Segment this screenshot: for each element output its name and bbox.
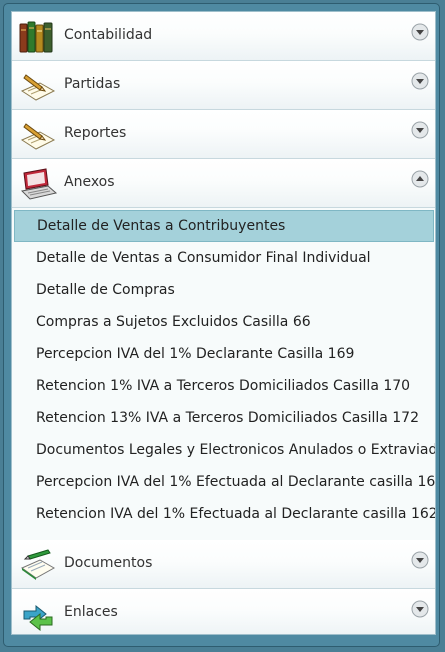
pencil-paper-icon bbox=[20, 123, 56, 150]
list-item[interactable]: Retencion 1% IVA a Terceros Domiciliados… bbox=[14, 370, 434, 402]
books-icon bbox=[19, 21, 53, 53]
chevron-down-icon[interactable] bbox=[411, 600, 429, 618]
section-header-enlaces[interactable]: Enlaces bbox=[12, 589, 435, 634]
chevron-up-icon[interactable] bbox=[411, 170, 429, 188]
section-label: Enlaces bbox=[64, 604, 118, 620]
list-item-selected[interactable]: Detalle de Ventas a Contribuyentes bbox=[14, 210, 434, 242]
chevron-down-icon[interactable] bbox=[411, 551, 429, 569]
section-label: Reportes bbox=[64, 125, 127, 141]
anexos-item-list: Detalle de Ventas a Contribuyentes Detal… bbox=[12, 208, 435, 532]
list-item[interactable]: Compras a Sujetos Excluidos Casilla 66 bbox=[14, 306, 434, 338]
section-header-partidas[interactable]: Partidas bbox=[12, 61, 435, 110]
window-frame: Contabilidad Partidas Reportes Anexos De… bbox=[3, 3, 440, 647]
section-label: Documentos bbox=[64, 555, 153, 571]
laptop-icon bbox=[20, 168, 58, 200]
section-label: Contabilidad bbox=[64, 27, 153, 43]
section-header-anexos[interactable]: Anexos bbox=[12, 159, 435, 208]
notebook-pen-icon bbox=[20, 549, 56, 580]
navigation-panel: Contabilidad Partidas Reportes Anexos De… bbox=[11, 11, 436, 635]
list-item[interactable]: Detalle de Compras bbox=[14, 274, 434, 306]
chevron-down-icon[interactable] bbox=[411, 72, 429, 90]
section-header-contabilidad[interactable]: Contabilidad bbox=[12, 12, 435, 61]
list-item[interactable]: Retencion 13% IVA a Terceros Domiciliado… bbox=[14, 402, 434, 434]
section-header-reportes[interactable]: Reportes bbox=[12, 110, 435, 159]
pencil-paper-icon bbox=[20, 74, 56, 101]
chevron-down-icon[interactable] bbox=[411, 121, 429, 139]
arrows-link-icon bbox=[23, 604, 53, 631]
list-item[interactable]: Retencion IVA del 1% Efectuada al Declar… bbox=[14, 498, 435, 530]
list-item[interactable]: Percepcion IVA del 1% Efectuada al Decla… bbox=[14, 466, 435, 498]
section-header-documentos[interactable]: Documentos bbox=[12, 540, 435, 589]
list-item[interactable]: Percepcion IVA del 1% Declarante Casilla… bbox=[14, 338, 434, 370]
section-label: Anexos bbox=[64, 174, 115, 190]
section-label: Partidas bbox=[64, 76, 121, 92]
chevron-down-icon[interactable] bbox=[411, 23, 429, 41]
list-item[interactable]: Detalle de Ventas a Consumidor Final Ind… bbox=[14, 242, 434, 274]
list-spacer bbox=[12, 532, 435, 540]
list-item[interactable]: Documentos Legales y Electronicos Anulad… bbox=[14, 434, 435, 466]
